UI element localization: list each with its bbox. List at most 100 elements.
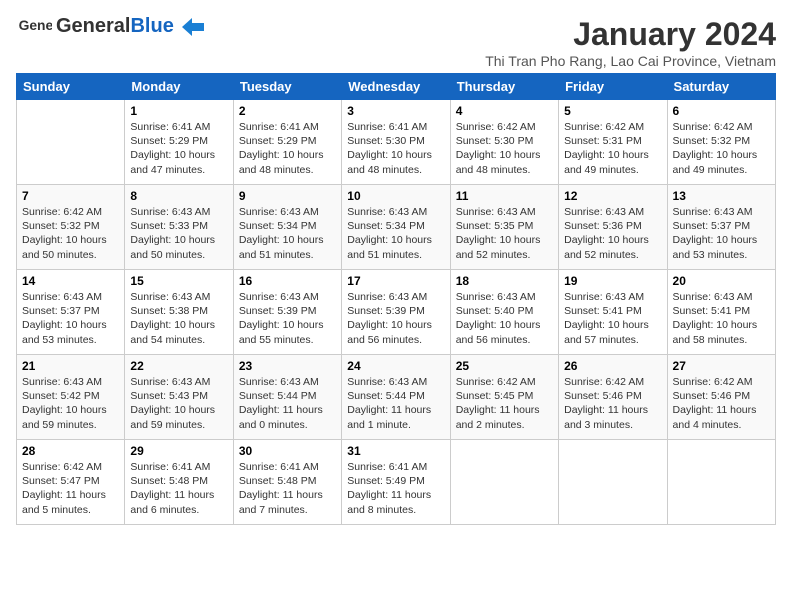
- day-number: 2: [239, 104, 336, 118]
- day-number: 1: [130, 104, 227, 118]
- day-number: 20: [673, 274, 770, 288]
- day-number: 29: [130, 444, 227, 458]
- day-detail: Sunrise: 6:43 AM Sunset: 5:37 PM Dayligh…: [673, 205, 770, 262]
- calendar-cell: 9 Sunrise: 6:43 AM Sunset: 5:34 PM Daylig…: [233, 185, 341, 270]
- calendar-cell: 26 Sunrise: 6:42 AM Sunset: 5:46 PM Dayli…: [559, 355, 667, 440]
- calendar-cell: 31 Sunrise: 6:41 AM Sunset: 5:49 PM Dayli…: [342, 440, 450, 525]
- day-number: 16: [239, 274, 336, 288]
- day-detail: Sunrise: 6:43 AM Sunset: 5:37 PM Dayligh…: [22, 290, 119, 347]
- logo-icon: General: [16, 16, 52, 36]
- calendar-cell: 27 Sunrise: 6:42 AM Sunset: 5:46 PM Dayli…: [667, 355, 775, 440]
- day-detail: Sunrise: 6:43 AM Sunset: 5:43 PM Dayligh…: [130, 375, 227, 432]
- day-detail: Sunrise: 6:42 AM Sunset: 5:32 PM Dayligh…: [22, 205, 119, 262]
- day-number: 17: [347, 274, 444, 288]
- col-header-friday: Friday: [559, 74, 667, 100]
- calendar-week-row: 28Sunrise: 6:42 AM Sunset: 5:47 PM Dayli…: [17, 440, 776, 525]
- calendar-week-row: 1 Sunrise: 6:41 AM Sunset: 5:29 PM Daylig…: [17, 100, 776, 185]
- day-detail: Sunrise: 6:41 AM Sunset: 5:30 PM Dayligh…: [347, 120, 444, 177]
- day-detail: Sunrise: 6:43 AM Sunset: 5:36 PM Dayligh…: [564, 205, 661, 262]
- day-number: 19: [564, 274, 661, 288]
- calendar-cell: 17 Sunrise: 6:43 AM Sunset: 5:39 PM Dayli…: [342, 270, 450, 355]
- day-number: 23: [239, 359, 336, 373]
- day-number: 31: [347, 444, 444, 458]
- col-header-thursday: Thursday: [450, 74, 558, 100]
- day-detail: Sunrise: 6:43 AM Sunset: 5:41 PM Dayligh…: [564, 290, 661, 347]
- day-detail: Sunrise: 6:42 AM Sunset: 5:46 PM Dayligh…: [673, 375, 770, 432]
- day-detail: Sunrise: 6:43 AM Sunset: 5:39 PM Dayligh…: [347, 290, 444, 347]
- day-number: 3: [347, 104, 444, 118]
- svg-text:General: General: [19, 17, 52, 33]
- calendar-cell: 23Sunrise: 6:43 AM Sunset: 5:44 PM Dayli…: [233, 355, 341, 440]
- calendar-cell: [667, 440, 775, 525]
- calendar-cell: 14Sunrise: 6:43 AM Sunset: 5:37 PM Dayli…: [17, 270, 125, 355]
- day-detail: Sunrise: 6:43 AM Sunset: 5:44 PM Dayligh…: [347, 375, 444, 432]
- day-number: 5: [564, 104, 661, 118]
- calendar-cell: 5 Sunrise: 6:42 AM Sunset: 5:31 PM Daylig…: [559, 100, 667, 185]
- day-number: 6: [673, 104, 770, 118]
- calendar-cell: 18Sunrise: 6:43 AM Sunset: 5:40 PM Dayli…: [450, 270, 558, 355]
- day-number: 9: [239, 189, 336, 203]
- col-header-tuesday: Tuesday: [233, 74, 341, 100]
- calendar-cell: 24 Sunrise: 6:43 AM Sunset: 5:44 PM Dayli…: [342, 355, 450, 440]
- calendar-week-row: 7 Sunrise: 6:42 AM Sunset: 5:32 PM Daylig…: [17, 185, 776, 270]
- day-detail: Sunrise: 6:43 AM Sunset: 5:33 PM Dayligh…: [130, 205, 227, 262]
- day-detail: Sunrise: 6:43 AM Sunset: 5:34 PM Dayligh…: [239, 205, 336, 262]
- calendar-cell: 21Sunrise: 6:43 AM Sunset: 5:42 PM Dayli…: [17, 355, 125, 440]
- calendar-cell: 30 Sunrise: 6:41 AM Sunset: 5:48 PM Dayli…: [233, 440, 341, 525]
- day-number: 15: [130, 274, 227, 288]
- calendar-cell: 10 Sunrise: 6:43 AM Sunset: 5:34 PM Dayli…: [342, 185, 450, 270]
- calendar-cell: 2 Sunrise: 6:41 AM Sunset: 5:29 PM Daylig…: [233, 100, 341, 185]
- calendar-cell: 13Sunrise: 6:43 AM Sunset: 5:37 PM Dayli…: [667, 185, 775, 270]
- calendar-cell: 15 Sunrise: 6:43 AM Sunset: 5:38 PM Dayli…: [125, 270, 233, 355]
- day-number: 22: [130, 359, 227, 373]
- day-number: 25: [456, 359, 553, 373]
- day-detail: Sunrise: 6:42 AM Sunset: 5:45 PM Dayligh…: [456, 375, 553, 432]
- day-number: 7: [22, 189, 119, 203]
- day-number: 12: [564, 189, 661, 203]
- day-detail: Sunrise: 6:42 AM Sunset: 5:47 PM Dayligh…: [22, 460, 119, 517]
- logo-text-block: GeneralBlue: [56, 16, 204, 36]
- col-header-sunday: Sunday: [17, 74, 125, 100]
- day-number: 27: [673, 359, 770, 373]
- day-detail: Sunrise: 6:42 AM Sunset: 5:31 PM Dayligh…: [564, 120, 661, 177]
- day-number: 4: [456, 104, 553, 118]
- calendar-cell: [559, 440, 667, 525]
- calendar-cell: [17, 100, 125, 185]
- calendar-week-row: 21Sunrise: 6:43 AM Sunset: 5:42 PM Dayli…: [17, 355, 776, 440]
- calendar-title: January 2024: [485, 16, 776, 53]
- day-detail: Sunrise: 6:43 AM Sunset: 5:34 PM Dayligh…: [347, 205, 444, 262]
- calendar-cell: 20Sunrise: 6:43 AM Sunset: 5:41 PM Dayli…: [667, 270, 775, 355]
- day-detail: Sunrise: 6:42 AM Sunset: 5:32 PM Dayligh…: [673, 120, 770, 177]
- calendar-cell: [450, 440, 558, 525]
- calendar-cell: 6 Sunrise: 6:42 AM Sunset: 5:32 PM Daylig…: [667, 100, 775, 185]
- day-detail: Sunrise: 6:41 AM Sunset: 5:48 PM Dayligh…: [130, 460, 227, 517]
- day-detail: Sunrise: 6:43 AM Sunset: 5:38 PM Dayligh…: [130, 290, 227, 347]
- calendar-subtitle: Thi Tran Pho Rang, Lao Cai Province, Vie…: [485, 53, 776, 69]
- day-number: 11: [456, 189, 553, 203]
- day-number: 26: [564, 359, 661, 373]
- calendar-cell: 3 Sunrise: 6:41 AM Sunset: 5:30 PM Daylig…: [342, 100, 450, 185]
- calendar-cell: 19 Sunrise: 6:43 AM Sunset: 5:41 PM Dayli…: [559, 270, 667, 355]
- col-header-wednesday: Wednesday: [342, 74, 450, 100]
- day-detail: Sunrise: 6:42 AM Sunset: 5:46 PM Dayligh…: [564, 375, 661, 432]
- logo-blue: Blue: [130, 15, 173, 37]
- day-detail: Sunrise: 6:41 AM Sunset: 5:49 PM Dayligh…: [347, 460, 444, 517]
- day-number: 8: [130, 189, 227, 203]
- day-detail: Sunrise: 6:41 AM Sunset: 5:29 PM Dayligh…: [239, 120, 336, 177]
- day-number: 24: [347, 359, 444, 373]
- day-detail: Sunrise: 6:43 AM Sunset: 5:35 PM Dayligh…: [456, 205, 553, 262]
- logo-general: General: [56, 15, 130, 37]
- page-header: General GeneralBlue January 2024 Thi Tra…: [16, 16, 776, 69]
- day-detail: Sunrise: 6:43 AM Sunset: 5:39 PM Dayligh…: [239, 290, 336, 347]
- day-detail: Sunrise: 6:41 AM Sunset: 5:48 PM Dayligh…: [239, 460, 336, 517]
- calendar-header-row: SundayMondayTuesdayWednesdayThursdayFrid…: [17, 74, 776, 100]
- day-number: 10: [347, 189, 444, 203]
- calendar-cell: 25 Sunrise: 6:42 AM Sunset: 5:45 PM Dayli…: [450, 355, 558, 440]
- day-number: 30: [239, 444, 336, 458]
- calendar-week-row: 14Sunrise: 6:43 AM Sunset: 5:37 PM Dayli…: [17, 270, 776, 355]
- calendar-cell: 22 Sunrise: 6:43 AM Sunset: 5:43 PM Dayli…: [125, 355, 233, 440]
- calendar-table: SundayMondayTuesdayWednesdayThursdayFrid…: [16, 73, 776, 525]
- day-detail: Sunrise: 6:41 AM Sunset: 5:29 PM Dayligh…: [130, 120, 227, 177]
- calendar-cell: 8 Sunrise: 6:43 AM Sunset: 5:33 PM Daylig…: [125, 185, 233, 270]
- logo-arrow-icon: [182, 18, 204, 36]
